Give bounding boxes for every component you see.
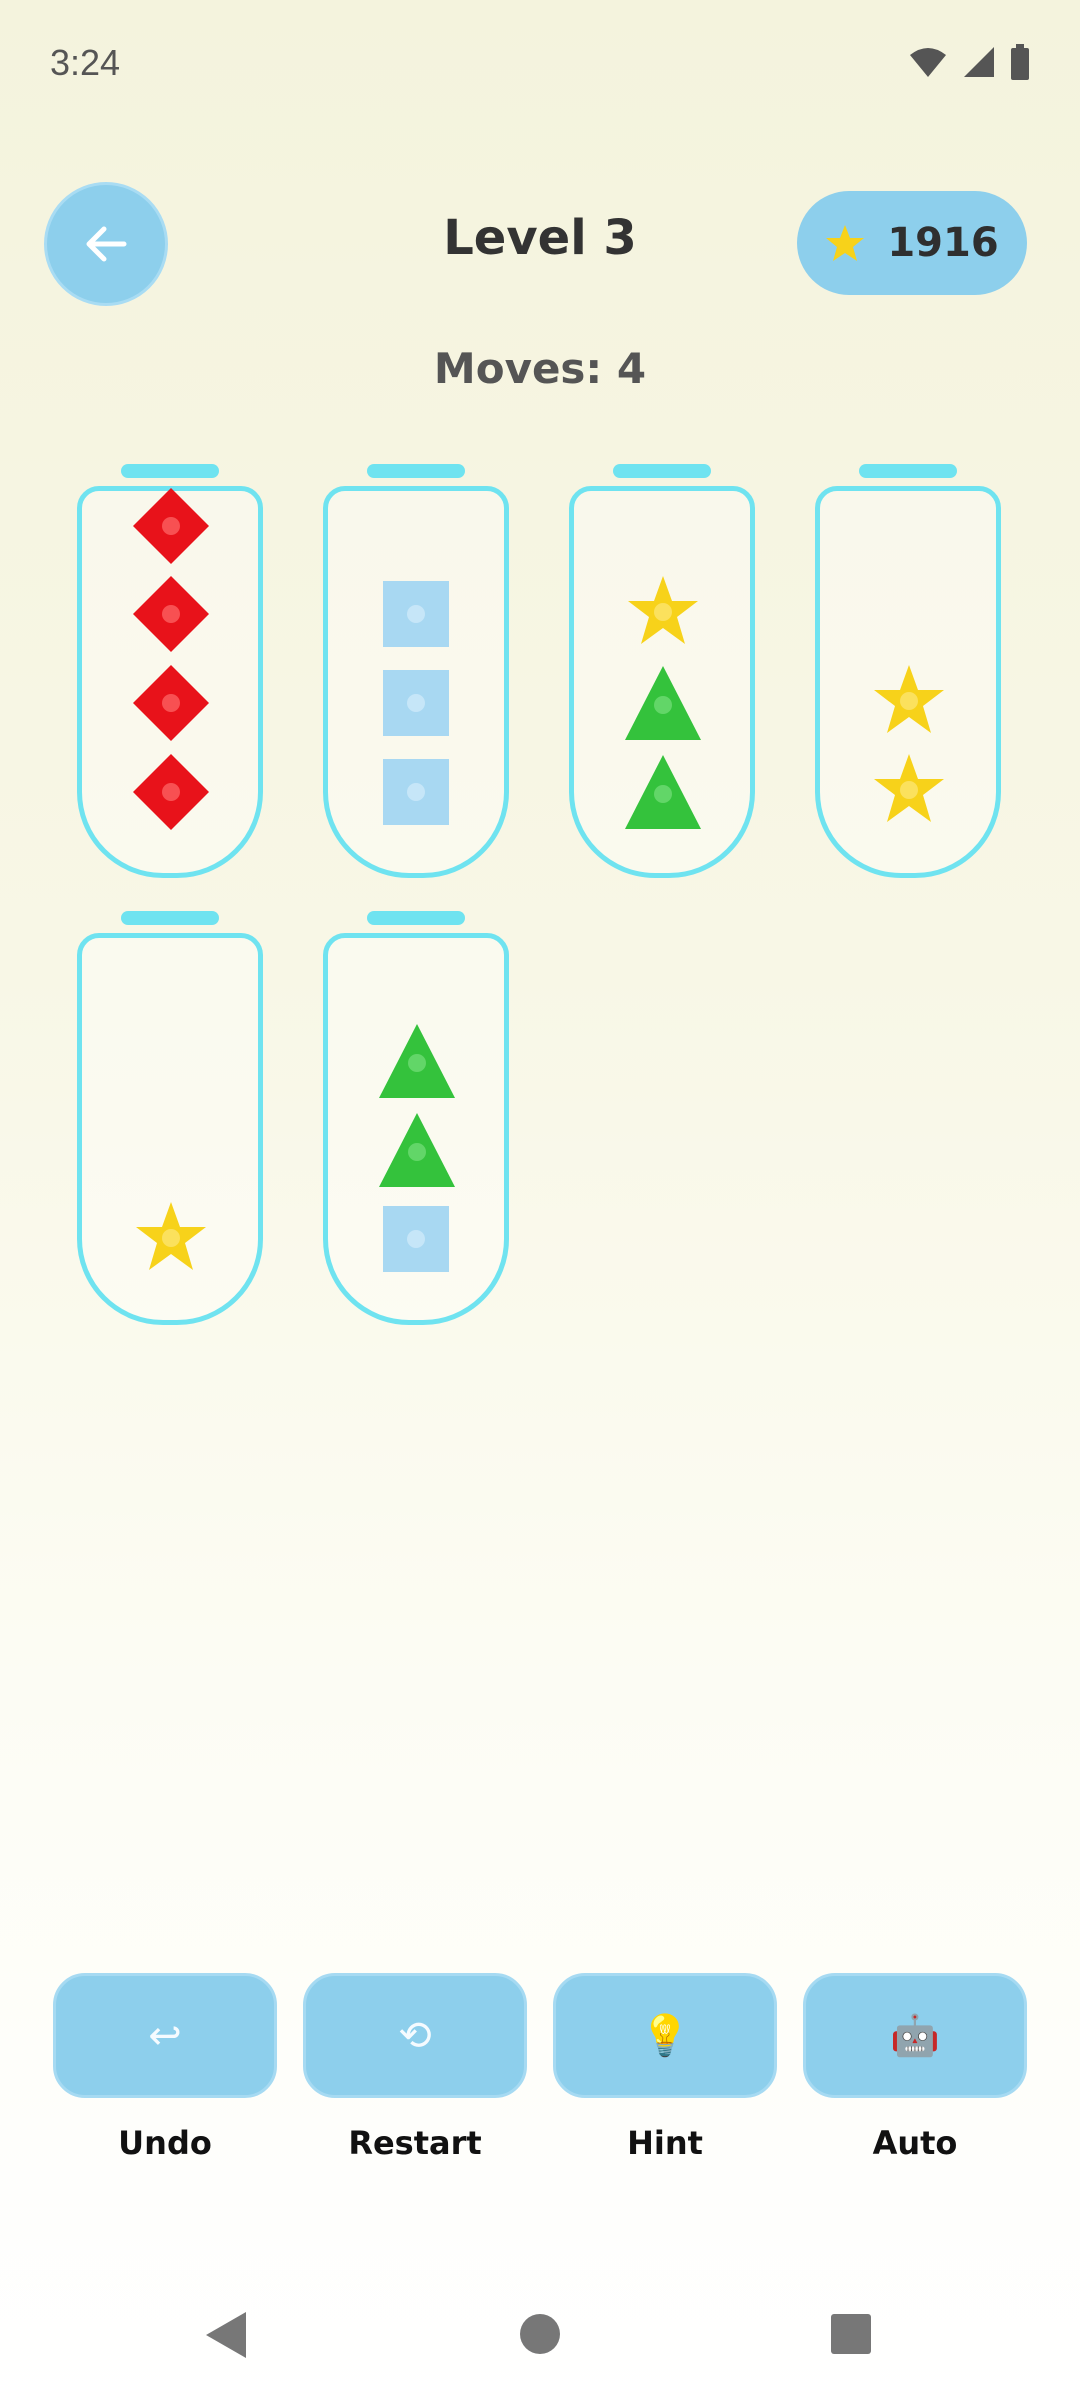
- undo-label: Undo: [118, 2124, 212, 2162]
- tube-cap: [367, 911, 465, 925]
- restart-label: Restart: [348, 2124, 482, 2162]
- blue-square: [383, 581, 449, 647]
- tube-cap: [613, 464, 711, 478]
- moves-counter: Moves: 4: [433, 344, 647, 393]
- blue-square: [383, 759, 449, 825]
- blue-square: [383, 1206, 449, 1272]
- tube-cap: [859, 464, 957, 478]
- cell-signal-icon: [964, 47, 994, 77]
- blue-square: [383, 670, 449, 736]
- hint-button[interactable]: 💡: [553, 1973, 777, 2098]
- yellow-star: [874, 754, 944, 822]
- nav-recents-icon[interactable]: [830, 2313, 872, 2355]
- status-time: 3:24: [50, 42, 121, 83]
- tube-cap: [121, 911, 219, 925]
- lightbulb-icon: 💡: [640, 2013, 690, 2059]
- green-triangle: [625, 666, 701, 740]
- robot-icon: 🤖: [890, 2013, 940, 2059]
- green-triangle: [379, 1024, 455, 1098]
- tube-cap: [121, 464, 219, 478]
- yellow-star: [874, 665, 944, 733]
- auto-label: Auto: [872, 2124, 958, 2162]
- star-icon: [826, 225, 865, 261]
- battery-icon: [1011, 44, 1029, 80]
- restart-button[interactable]: ⟲: [303, 1973, 527, 2098]
- system-nav-bar: [0, 2280, 1080, 2400]
- green-triangle: [379, 1113, 455, 1187]
- red-diamond: [133, 488, 209, 564]
- undo-icon: ↩: [148, 2012, 182, 2059]
- nav-back-icon[interactable]: [204, 2310, 248, 2360]
- status-icons: [908, 44, 1030, 80]
- red-diamond: [133, 665, 209, 741]
- yellow-star: [628, 576, 698, 644]
- red-diamond: [133, 576, 209, 652]
- tube-cap: [367, 464, 465, 478]
- red-diamond: [133, 754, 209, 830]
- coin-count: 1916: [887, 220, 999, 266]
- green-triangle: [625, 755, 701, 829]
- nav-home-icon[interactable]: [519, 2313, 561, 2355]
- status-bar: 3:24: [0, 0, 1080, 130]
- yellow-star: [136, 1202, 206, 1270]
- wifi-icon: [910, 48, 946, 77]
- hint-label: Hint: [627, 2124, 703, 2162]
- undo-button[interactable]: ↩: [53, 1973, 277, 2098]
- coin-counter: 1916: [797, 191, 1027, 295]
- restart-icon: ⟲: [398, 2012, 432, 2059]
- auto-button[interactable]: 🤖: [803, 1973, 1027, 2098]
